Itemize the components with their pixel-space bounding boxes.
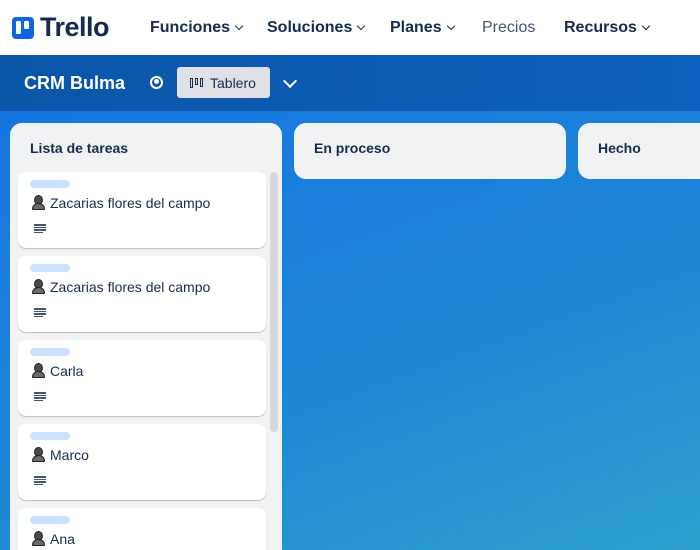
nav-item-planes[interactable]: Planes — [390, 19, 455, 37]
card[interactable]: Zacarias flores del campo — [18, 256, 266, 332]
description-icon — [34, 308, 46, 317]
nav-item-precios[interactable]: Precios — [482, 19, 535, 37]
card[interactable]: Zacarias flores del campo — [18, 172, 266, 248]
list-en-proceso: En proceso — [294, 123, 566, 179]
nav-item-label: Planes — [390, 19, 442, 36]
card[interactable]: Carla — [18, 340, 266, 416]
chevron-down-icon — [234, 21, 244, 31]
person-icon — [32, 363, 45, 378]
chevron-down-icon[interactable] — [282, 73, 298, 89]
person-icon — [32, 279, 45, 294]
list-scrollbar[interactable] — [270, 172, 278, 432]
nav-item-label: Soluciones — [267, 19, 353, 36]
card[interactable]: Ana — [18, 508, 266, 550]
person-icon — [32, 195, 45, 210]
board-header: CRM Bulma Tablero — [0, 55, 700, 111]
card-label[interactable] — [30, 348, 70, 356]
trello-logo[interactable]: Trello — [12, 12, 110, 43]
nav-item-label: Funciones — [150, 19, 231, 36]
card-title: Marco — [50, 447, 89, 463]
list-title[interactable]: Hecho — [598, 140, 641, 156]
person-icon — [32, 531, 45, 546]
card-label[interactable] — [30, 180, 70, 188]
chevron-down-icon — [641, 21, 651, 31]
nav-item-recursos[interactable]: Recursos — [564, 19, 651, 37]
top-navigation: Trello Funciones Soluciones Planes Preci… — [0, 0, 700, 55]
board-view-label: Tablero — [210, 74, 256, 91]
list-hecho: Hecho — [578, 123, 700, 179]
nav-item-label: Recursos — [564, 19, 637, 36]
list-title[interactable]: En proceso — [314, 140, 390, 156]
card-title: Zacarias flores del campo — [50, 279, 211, 295]
description-icon — [34, 224, 46, 233]
trello-logo-icon — [12, 16, 34, 39]
chevron-down-icon — [446, 21, 455, 31]
card-label[interactable] — [30, 264, 70, 272]
board-title[interactable]: CRM Bulma — [24, 73, 125, 94]
card-label[interactable] — [30, 516, 70, 524]
chevron-down-icon — [357, 21, 366, 31]
logo-text: Trello — [40, 12, 110, 42]
nav-item-soluciones[interactable]: Soluciones — [267, 19, 366, 37]
nav-item-label: Precios — [482, 19, 536, 36]
board-view-button[interactable]: Tablero — [177, 67, 270, 98]
description-icon — [34, 392, 46, 401]
card-title: Zacarias flores del campo — [50, 195, 211, 211]
card[interactable]: Marco — [18, 424, 266, 500]
globe-icon[interactable] — [150, 76, 163, 89]
description-icon — [34, 476, 46, 485]
card-title: Ana — [50, 531, 75, 547]
card-title: Carla — [50, 363, 84, 379]
board-icon — [190, 77, 203, 88]
person-icon — [32, 447, 45, 462]
list-title[interactable]: Lista de tareas — [30, 140, 128, 156]
nav-item-funciones[interactable]: Funciones — [150, 19, 244, 37]
card-label[interactable] — [30, 432, 70, 440]
